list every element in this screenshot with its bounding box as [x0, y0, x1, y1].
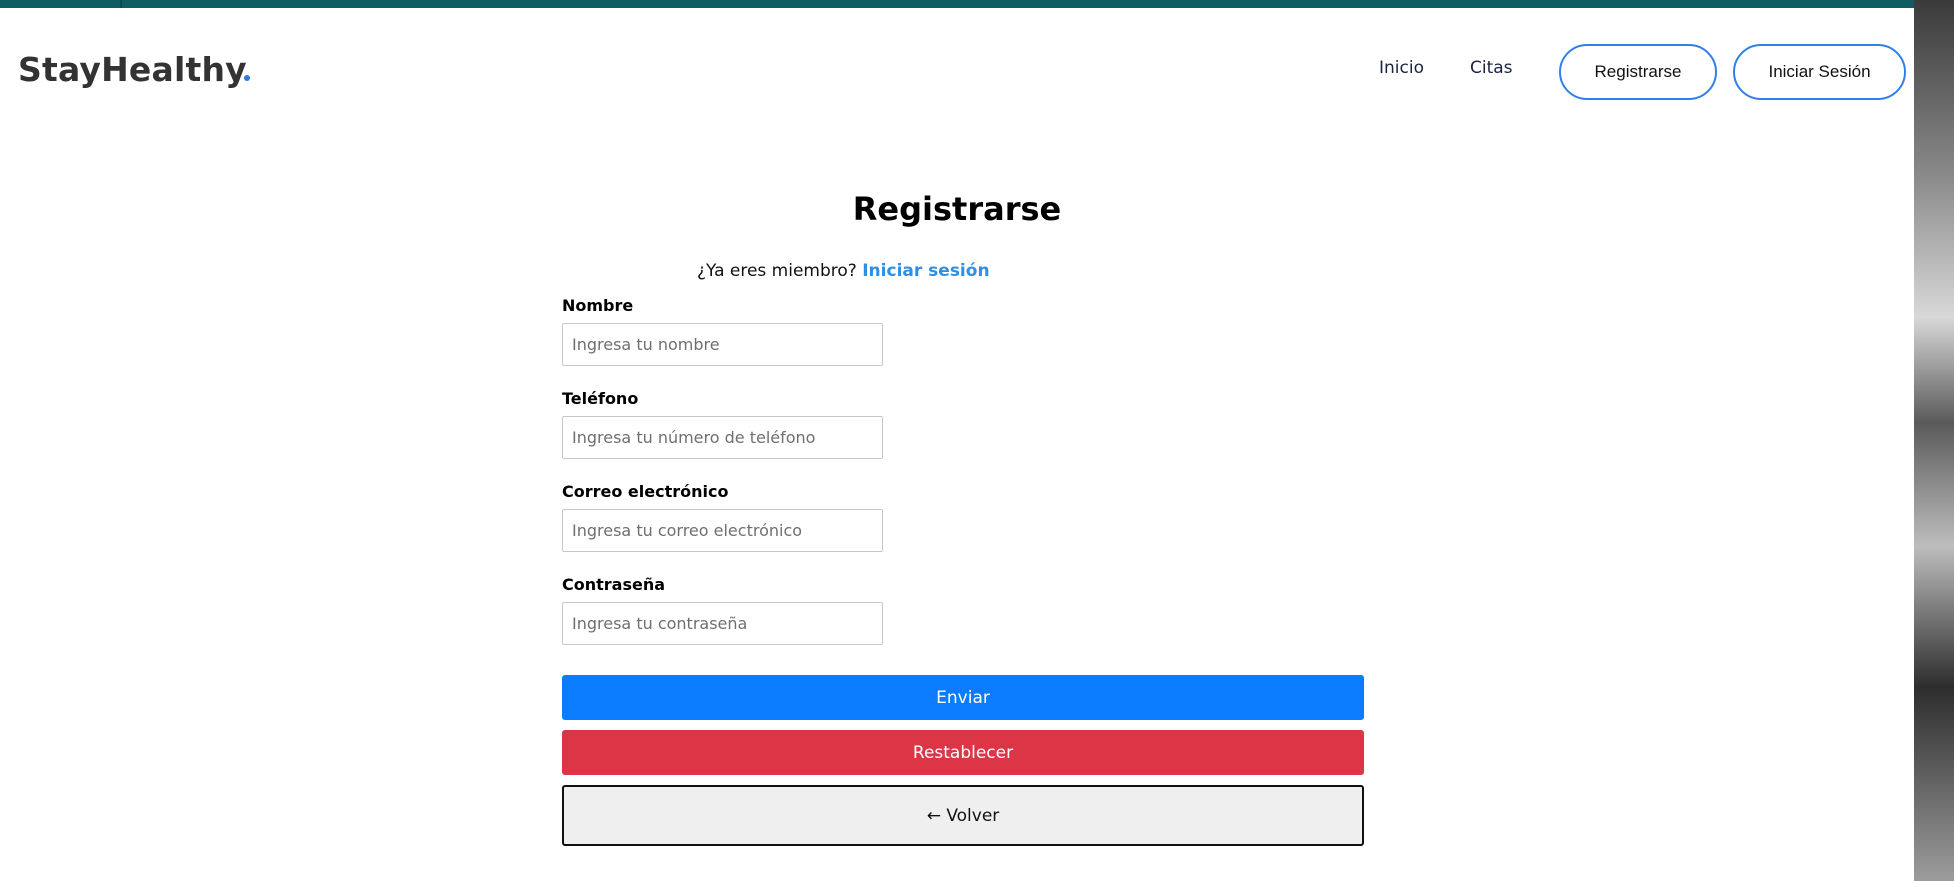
page-title: Registrarse: [852, 190, 1062, 228]
submit-button[interactable]: Enviar: [562, 675, 1364, 720]
name-input[interactable]: [562, 323, 883, 366]
password-input[interactable]: [562, 602, 883, 645]
top-banner-strip: [0, 0, 1914, 8]
top-banner-inner: [120, 0, 1902, 8]
phone-input[interactable]: [562, 416, 883, 459]
member-login-link[interactable]: Iniciar sesión: [862, 261, 989, 281]
name-label: Nombre: [562, 296, 634, 315]
email-label: Correo electrónico: [562, 482, 729, 501]
member-prompt-text: ¿Ya eres miembro?: [697, 261, 857, 281]
member-prompt-line: ¿Ya eres miembro? Iniciar sesión: [697, 261, 990, 281]
nav-link-citas[interactable]: Citas: [1470, 58, 1513, 78]
background-image-edge: [1914, 0, 1954, 881]
nav-login-button[interactable]: Iniciar Sesión: [1733, 44, 1906, 100]
brand-logo[interactable]: StayHealthy: [18, 50, 247, 89]
brand-dot-icon: [244, 75, 250, 81]
back-button[interactable]: ← Volver: [562, 785, 1364, 846]
nav-register-button[interactable]: Registrarse: [1559, 44, 1717, 100]
nav-link-inicio[interactable]: Inicio: [1379, 58, 1424, 78]
password-label: Contraseña: [562, 575, 666, 594]
email-input[interactable]: [562, 509, 883, 552]
phone-label: Teléfono: [562, 389, 639, 408]
reset-button[interactable]: Restablecer: [562, 730, 1364, 775]
